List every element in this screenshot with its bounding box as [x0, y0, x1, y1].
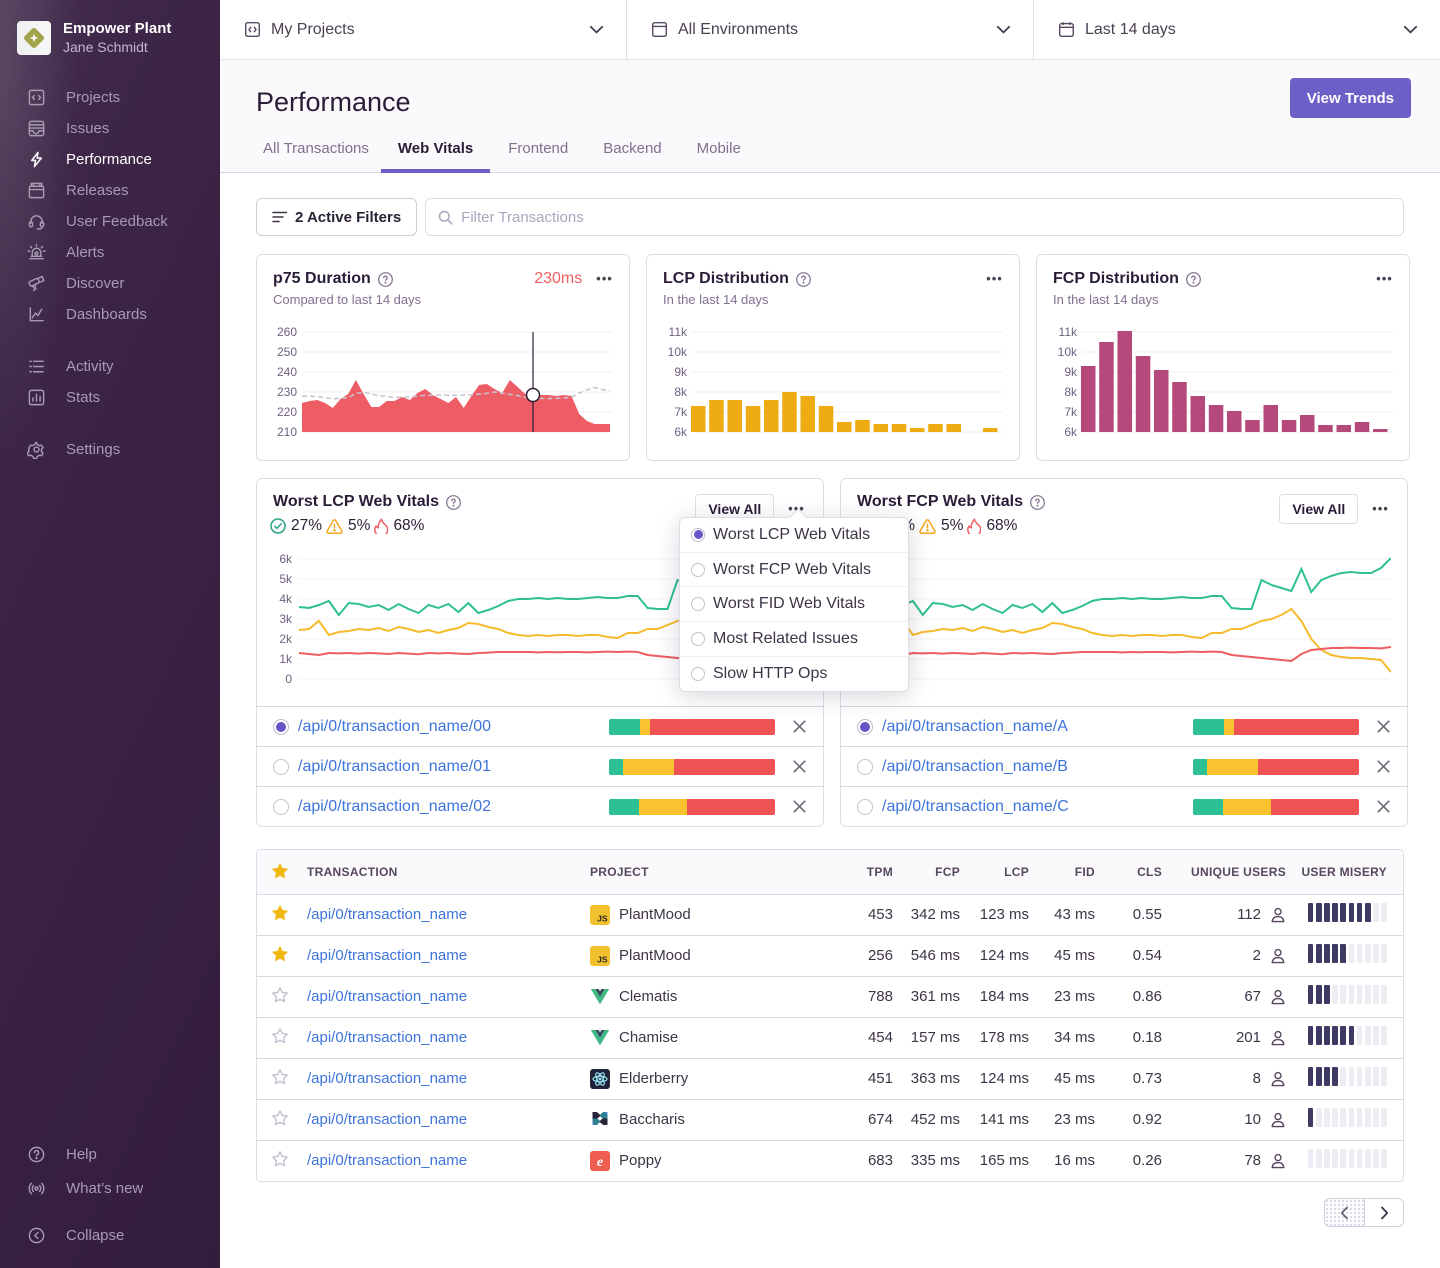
svg-text:260: 260 [277, 325, 297, 339]
svg-text:1k: 1k [279, 652, 293, 666]
svg-text:JS: JS [597, 913, 608, 923]
svg-text:0: 0 [285, 672, 292, 686]
svg-text:230: 230 [277, 385, 297, 399]
svg-text:210: 210 [277, 425, 297, 439]
svg-text:6k: 6k [279, 552, 293, 566]
svg-text:220: 220 [277, 405, 297, 419]
svg-text:10k: 10k [1058, 345, 1078, 359]
svg-text:7k: 7k [1064, 405, 1078, 419]
svg-text:6k: 6k [1064, 425, 1078, 439]
svg-text:9k: 9k [1064, 365, 1078, 379]
svg-text:250: 250 [277, 345, 297, 359]
svg-text:8k: 8k [674, 385, 688, 399]
svg-text:JS: JS [597, 954, 608, 964]
svg-text:e: e [597, 1155, 603, 1170]
svg-text:3k: 3k [279, 612, 293, 626]
svg-text:2k: 2k [279, 632, 293, 646]
svg-text:8k: 8k [1064, 385, 1078, 399]
svg-text:240: 240 [277, 365, 297, 379]
svg-text:11k: 11k [1059, 325, 1078, 339]
svg-text:6k: 6k [674, 425, 688, 439]
svg-text:11k: 11k [669, 325, 688, 339]
svg-text:10k: 10k [668, 345, 688, 359]
svg-text:5k: 5k [279, 572, 293, 586]
svg-text:9k: 9k [674, 365, 688, 379]
svg-text:4k: 4k [279, 592, 293, 606]
svg-text:7k: 7k [674, 405, 688, 419]
